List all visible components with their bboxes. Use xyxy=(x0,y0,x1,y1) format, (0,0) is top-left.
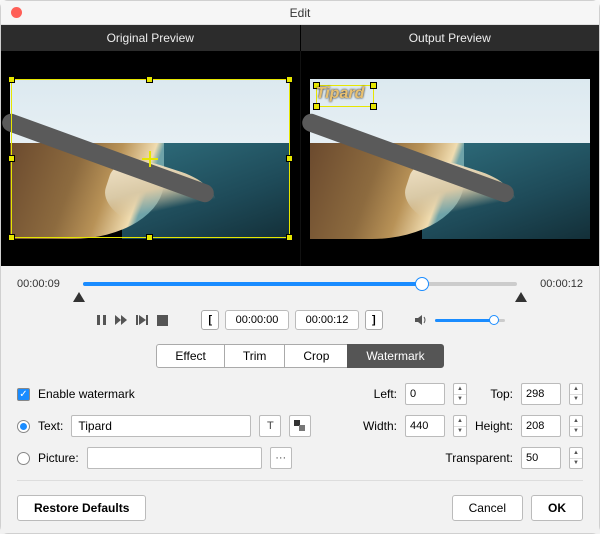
tab-bar: Effect Trim Crop Watermark xyxy=(17,344,583,368)
height-input[interactable]: 208 xyxy=(521,415,561,437)
set-range-start-button[interactable]: [ xyxy=(201,310,219,330)
stop-button[interactable] xyxy=(155,313,169,327)
picture-radio[interactable] xyxy=(17,452,30,465)
top-stepper[interactable]: ▲▼ xyxy=(569,383,583,405)
left-stepper[interactable]: ▲▼ xyxy=(453,383,467,405)
output-preview-pane[interactable]: Tipard xyxy=(300,51,600,266)
color-button[interactable] xyxy=(289,415,311,437)
height-stepper[interactable]: ▲▼ xyxy=(569,415,583,437)
set-range-end-button[interactable]: ] xyxy=(365,310,383,330)
picture-path-input[interactable] xyxy=(87,447,262,469)
transparent-label: Transparent: xyxy=(433,451,513,465)
browse-picture-button[interactable]: ··· xyxy=(270,447,292,469)
tab-effect[interactable]: Effect xyxy=(156,344,224,368)
step-button[interactable] xyxy=(135,313,149,327)
transparent-stepper[interactable]: ▲▼ xyxy=(569,447,583,469)
enable-watermark-checkbox[interactable]: ✓ xyxy=(17,388,30,401)
timeline-row: 00:00:09 00:00:12 xyxy=(17,274,583,294)
width-input[interactable]: 440 xyxy=(405,415,445,437)
font-button[interactable]: T xyxy=(259,415,281,437)
time-total: 00:00:12 xyxy=(527,278,583,290)
watermark-text-overlay: Tipard xyxy=(316,85,365,103)
volume-icon[interactable] xyxy=(415,313,429,327)
window-title: Edit xyxy=(1,6,599,20)
cancel-button[interactable]: Cancel xyxy=(452,495,523,521)
range-start-input[interactable]: 00:00:00 xyxy=(225,310,289,330)
height-label: Height: xyxy=(475,419,513,433)
text-radio-label: Text: xyxy=(38,419,63,433)
watermark-text-input[interactable] xyxy=(71,415,251,437)
time-current: 00:00:09 xyxy=(17,278,73,290)
top-label: Top: xyxy=(475,387,513,401)
tab-crop[interactable]: Crop xyxy=(284,344,348,368)
top-input[interactable]: 298 xyxy=(521,383,561,405)
timeline-slider[interactable] xyxy=(83,282,517,286)
volume-slider[interactable] xyxy=(435,319,505,322)
range-end-marker[interactable] xyxy=(515,292,527,302)
titlebar: Edit xyxy=(1,1,599,25)
fast-forward-button[interactable] xyxy=(115,313,129,327)
enable-watermark-label: Enable watermark xyxy=(38,387,135,401)
range-start-marker[interactable] xyxy=(73,292,85,302)
left-label: Left: xyxy=(359,387,397,401)
transparent-input[interactable]: 50 xyxy=(521,447,561,469)
range-end-input[interactable]: 00:00:12 xyxy=(295,310,359,330)
text-radio[interactable] xyxy=(17,420,30,433)
output-preview-label: Output Preview xyxy=(301,25,600,51)
pause-button[interactable] xyxy=(95,313,109,327)
original-preview-pane[interactable] xyxy=(1,51,300,266)
width-stepper[interactable]: ▲▼ xyxy=(453,415,467,437)
width-label: Width: xyxy=(359,419,397,433)
restore-defaults-button[interactable]: Restore Defaults xyxy=(17,495,146,521)
tab-watermark[interactable]: Watermark xyxy=(347,344,443,368)
window-close-button[interactable] xyxy=(11,7,22,18)
preview-area: Original Preview Output Preview Tipard xyxy=(1,25,599,266)
original-preview-label: Original Preview xyxy=(1,25,301,51)
tab-trim[interactable]: Trim xyxy=(224,344,286,368)
ok-button[interactable]: OK xyxy=(531,495,583,521)
left-input[interactable]: 0 xyxy=(405,383,445,405)
picture-radio-label: Picture: xyxy=(38,451,79,465)
